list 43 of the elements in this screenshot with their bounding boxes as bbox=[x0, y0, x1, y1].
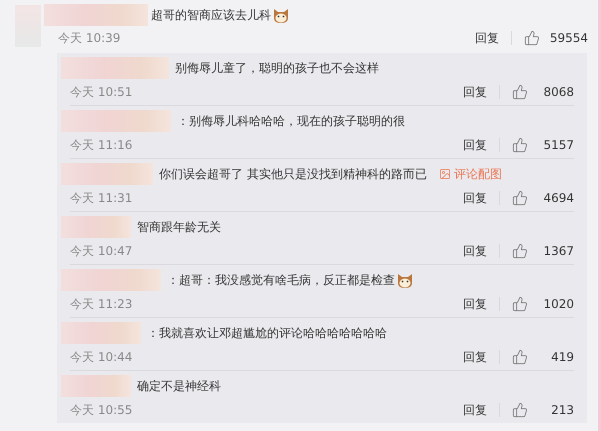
like-count: 419 bbox=[550, 349, 574, 366]
like-icon[interactable] bbox=[524, 30, 540, 46]
like-icon[interactable] bbox=[512, 296, 528, 312]
like-icon[interactable] bbox=[512, 349, 528, 365]
reply-text: ：超哥：我没感觉有啥毛病，反正都是检查 bbox=[167, 272, 395, 289]
like-icon[interactable] bbox=[512, 84, 528, 100]
reply-link[interactable]: 回复 bbox=[463, 83, 487, 101]
reply-link[interactable]: 回复 bbox=[463, 401, 487, 419]
reply-link[interactable]: 回复 bbox=[463, 242, 487, 260]
blurred-name bbox=[61, 216, 131, 238]
timestamp: 今天 10:47 bbox=[70, 243, 132, 260]
reply-text: ：我就喜欢让邓超尴尬的评论哈哈哈哈哈哈哈 bbox=[147, 325, 387, 342]
reply-text: 别侮辱儿童了，聪明的孩子也不会这样 bbox=[175, 60, 379, 77]
timestamp: 今天 10:51 bbox=[70, 84, 132, 101]
reply-text: ：别侮辱儿科哈哈哈，现在的孩子聪明的很 bbox=[177, 113, 405, 130]
reply-text: 你们误会超哥了 其实他只是没找到精神科的路而已 bbox=[159, 166, 427, 183]
timestamp: 今天 10:55 bbox=[70, 402, 132, 419]
reply-text: 智商跟年龄无关 bbox=[137, 219, 221, 236]
image-icon bbox=[438, 168, 451, 180]
like-icon[interactable] bbox=[512, 190, 528, 206]
reply-link[interactable]: 回复 bbox=[463, 348, 487, 366]
like-count: 8068 bbox=[542, 84, 574, 101]
blurred-name bbox=[61, 375, 131, 397]
comment-text: 超哥的智商应该去儿科 bbox=[151, 7, 271, 24]
like-count: 5157 bbox=[542, 137, 574, 154]
timestamp: 今天 11:16 bbox=[70, 137, 132, 154]
reply-link[interactable]: 回复 bbox=[463, 189, 487, 207]
timestamp: 今天 11:23 bbox=[70, 296, 132, 313]
like-count: 4694 bbox=[542, 190, 574, 207]
reply-link[interactable]: 回复 bbox=[474, 29, 499, 47]
timestamp: 今天 10:44 bbox=[70, 349, 132, 366]
timestamp: 今天 10:39 bbox=[58, 30, 120, 47]
timestamp: 今天 11:31 bbox=[70, 190, 132, 207]
like-count: 1367 bbox=[542, 243, 574, 260]
like-count: 1020 bbox=[542, 296, 574, 313]
like-icon[interactable] bbox=[512, 137, 528, 153]
reply-link[interactable]: 回复 bbox=[463, 295, 487, 313]
reply-link[interactable]: 回复 bbox=[463, 136, 487, 154]
like-count: 59554 bbox=[550, 30, 588, 47]
like-count: 213 bbox=[550, 402, 574, 419]
like-icon[interactable] bbox=[512, 402, 528, 418]
reply-text: 确定不是神经科 bbox=[137, 378, 221, 395]
like-icon[interactable] bbox=[512, 243, 528, 259]
